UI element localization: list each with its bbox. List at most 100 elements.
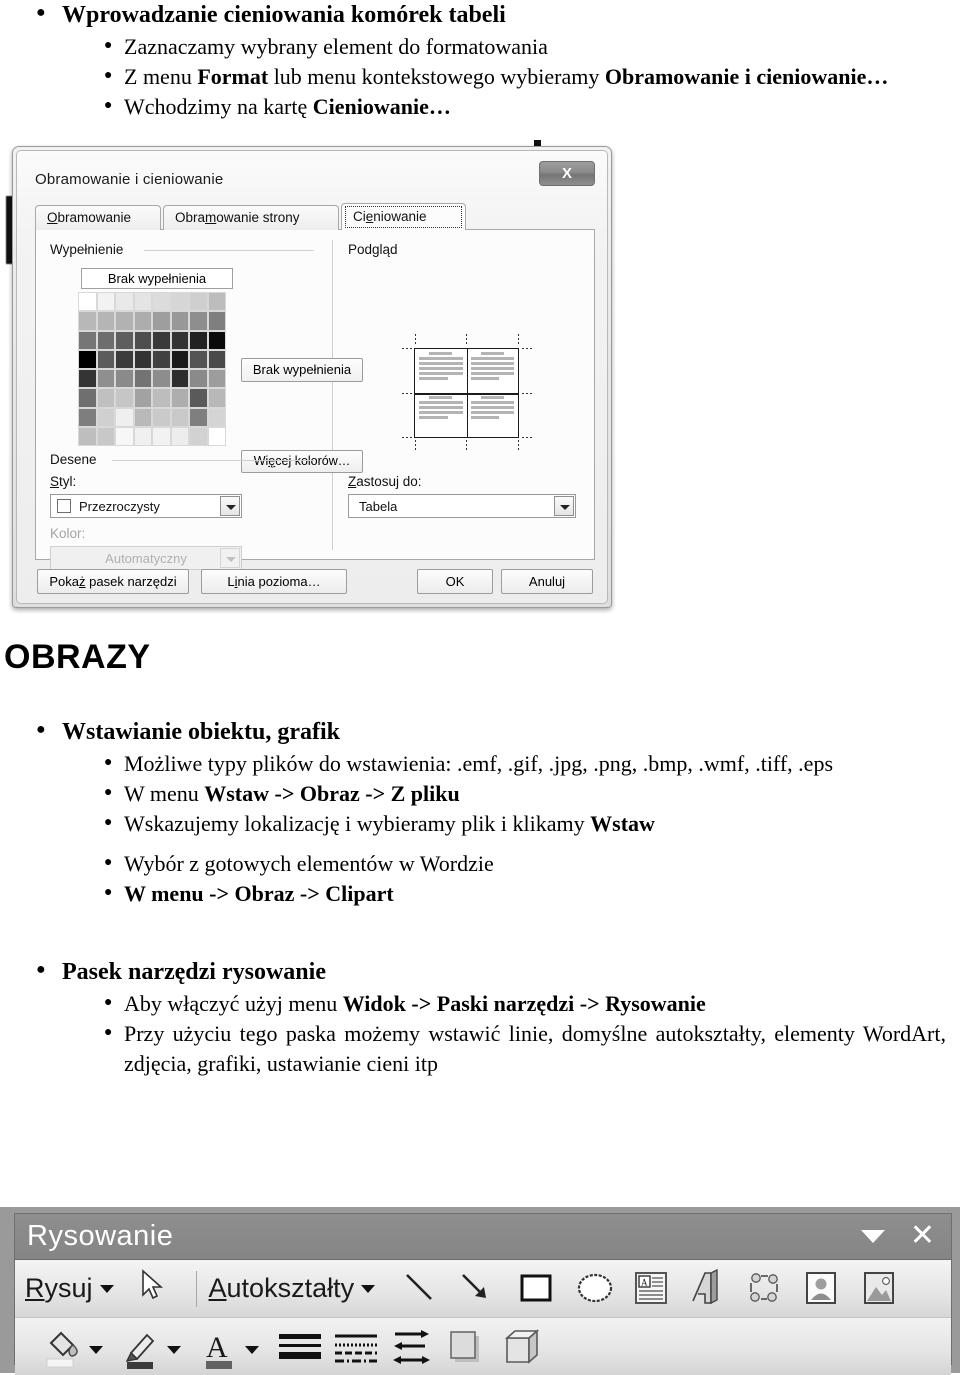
color-swatch[interactable]	[152, 426, 171, 446]
tab-obramowanie-strony[interactable]: Obramowanie strony	[163, 205, 339, 230]
close-icon[interactable]: X	[539, 161, 595, 186]
autoshapes-menu-button[interactable]: Autokształty	[209, 1273, 376, 1304]
color-swatch[interactable]	[207, 349, 226, 369]
color-swatch[interactable]	[96, 330, 115, 350]
draw-menu-button[interactable]: Rysuj	[25, 1273, 114, 1304]
color-swatch[interactable]	[189, 292, 208, 312]
color-swatch[interactable]	[78, 426, 97, 446]
color-swatch[interactable]	[78, 369, 97, 389]
picture-icon[interactable]	[859, 1267, 903, 1311]
color-swatch[interactable]	[189, 311, 208, 331]
color-swatch[interactable]	[133, 292, 152, 312]
color-swatch[interactable]	[152, 349, 171, 369]
line-color-icon[interactable]	[117, 1323, 165, 1371]
color-swatch[interactable]	[170, 407, 189, 427]
color-swatch[interactable]	[170, 330, 189, 350]
color-swatch[interactable]	[170, 369, 189, 389]
horizontal-line-button[interactable]: Linia pozioma…	[201, 569, 347, 594]
color-swatch[interactable]	[115, 349, 134, 369]
color-swatch[interactable]	[96, 292, 115, 312]
color-swatch[interactable]	[170, 388, 189, 408]
color-swatch[interactable]	[207, 407, 226, 427]
color-swatch[interactable]	[78, 349, 97, 369]
color-swatch[interactable]	[96, 388, 115, 408]
color-swatch[interactable]	[170, 292, 189, 312]
color-swatch[interactable]	[152, 292, 171, 312]
color-swatch[interactable]	[96, 369, 115, 389]
color-swatch[interactable]	[133, 407, 152, 427]
color-swatch[interactable]	[78, 388, 97, 408]
text-box-icon[interactable]: A	[631, 1267, 675, 1311]
show-toolbar-button[interactable]: Pokaż pasek narzędzi	[37, 569, 189, 594]
cancel-button[interactable]: Anuluj	[501, 569, 593, 594]
color-swatch[interactable]	[189, 388, 208, 408]
arrow-icon[interactable]	[455, 1267, 499, 1311]
clipart-icon[interactable]	[801, 1267, 845, 1311]
color-swatch[interactable]	[78, 407, 97, 427]
chevron-down-icon[interactable]	[554, 496, 574, 516]
color-swatch[interactable]	[152, 388, 171, 408]
color-swatch[interactable]	[96, 426, 115, 446]
close-icon[interactable]: ✕	[910, 1218, 935, 1253]
color-swatch[interactable]	[78, 311, 97, 331]
color-swatch[interactable]	[189, 407, 208, 427]
color-swatch[interactable]	[115, 292, 134, 312]
fill-color-dropdown[interactable]	[89, 1345, 103, 1354]
more-colors-button[interactable]: Więcej kolorów…	[241, 450, 363, 473]
color-swatch[interactable]	[115, 330, 134, 350]
color-swatch[interactable]	[115, 426, 134, 446]
color-swatch-grid[interactable]	[78, 292, 226, 446]
line-style-icon[interactable]	[275, 1324, 325, 1370]
font-color-icon[interactable]: A	[195, 1323, 243, 1371]
apply-to-combobox[interactable]: Tabela	[348, 494, 576, 518]
color-swatch[interactable]	[133, 349, 152, 369]
color-swatch[interactable]	[152, 407, 171, 427]
tab-cieniowanie[interactable]: Cieniowanie	[341, 203, 466, 231]
arrow-style-icon[interactable]	[387, 1323, 435, 1371]
fill-color-icon[interactable]	[39, 1323, 87, 1371]
color-swatch[interactable]	[78, 330, 97, 350]
color-swatch[interactable]	[189, 426, 208, 446]
ok-button[interactable]: OK	[417, 569, 493, 594]
line-icon[interactable]	[399, 1267, 443, 1311]
color-swatch[interactable]	[133, 388, 152, 408]
color-swatch[interactable]	[207, 426, 226, 446]
color-swatch[interactable]	[96, 349, 115, 369]
color-swatch[interactable]	[207, 292, 226, 312]
color-swatch[interactable]	[189, 349, 208, 369]
color-swatch[interactable]	[96, 311, 115, 331]
diagram-icon[interactable]	[743, 1267, 787, 1311]
color-swatch[interactable]	[152, 369, 171, 389]
color-swatch[interactable]	[152, 330, 171, 350]
tab-obramowanie[interactable]: Obramowanie	[35, 205, 161, 230]
color-swatch[interactable]	[133, 311, 152, 331]
color-swatch[interactable]	[189, 369, 208, 389]
no-fill-button[interactable]: Brak wypełnienia	[241, 358, 363, 382]
chevron-down-icon[interactable]	[220, 496, 240, 516]
color-swatch[interactable]	[189, 330, 208, 350]
3d-style-icon[interactable]	[499, 1324, 545, 1370]
wordart-icon[interactable]	[687, 1267, 731, 1311]
color-swatch[interactable]	[115, 369, 134, 389]
select-objects-icon[interactable]	[134, 1267, 178, 1311]
color-swatch[interactable]	[207, 369, 226, 389]
color-swatch[interactable]	[207, 330, 226, 350]
color-swatch[interactable]	[78, 292, 97, 312]
color-swatch[interactable]	[170, 426, 189, 446]
style-combobox[interactable]: Przezroczysty	[50, 494, 242, 518]
color-swatch[interactable]	[115, 311, 134, 331]
color-swatch[interactable]	[152, 311, 171, 331]
font-color-dropdown[interactable]	[245, 1345, 259, 1354]
color-swatch[interactable]	[170, 349, 189, 369]
color-swatch[interactable]	[133, 426, 152, 446]
oval-icon[interactable]	[573, 1267, 617, 1311]
no-fill-button-top[interactable]: Brak wypełnienia	[81, 268, 233, 289]
rectangle-icon[interactable]	[515, 1267, 559, 1311]
shadow-style-icon[interactable]	[443, 1324, 489, 1370]
line-color-dropdown[interactable]	[167, 1345, 181, 1354]
dash-style-icon[interactable]	[331, 1324, 381, 1370]
color-swatch[interactable]	[115, 407, 134, 427]
color-swatch[interactable]	[96, 407, 115, 427]
color-swatch[interactable]	[207, 311, 226, 331]
color-swatch[interactable]	[115, 388, 134, 408]
